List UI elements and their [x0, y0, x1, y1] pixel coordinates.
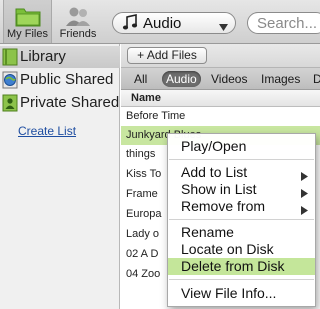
sidebar-item-label: Public Shared	[20, 71, 114, 88]
column-header-label: Name	[131, 92, 161, 104]
menu-item-remove-from[interactable]: Remove from	[168, 198, 315, 215]
menu-item-rename[interactable]: Rename	[168, 224, 315, 241]
context-menu: Play/Open Add to List Show in List Remov…	[167, 133, 316, 307]
menu-item-play-open[interactable]: Play/Open	[168, 138, 315, 155]
sidebar-item-public-shared[interactable]: Public Shared	[0, 69, 120, 91]
public-shared-icon	[2, 71, 18, 93]
filter-tabs: All Audio Videos Images D	[121, 68, 320, 90]
menu-divider	[169, 219, 314, 220]
submenu-arrow-icon	[301, 202, 308, 219]
menu-item-label: Play/Open	[181, 138, 247, 154]
friends-button[interactable]: Friends	[54, 0, 102, 43]
tab-audio[interactable]: Audio	[162, 71, 201, 87]
friends-label: Friends	[59, 28, 97, 40]
menu-item-delete-from-disk[interactable]: Delete from Disk	[168, 258, 315, 275]
menu-divider	[169, 279, 314, 280]
chevron-down-icon	[219, 19, 228, 37]
sidebar-item-label: Library	[20, 48, 66, 65]
tab-images[interactable]: Images	[257, 71, 304, 87]
sidebar-item-label: Private Shared	[20, 94, 120, 111]
toolbar: My Files Friends Audio	[0, 0, 320, 44]
library-icon	[2, 48, 18, 70]
add-files-bar: + Add Files	[121, 44, 320, 68]
media-type-dropdown[interactable]: Audio	[112, 12, 236, 34]
menu-item-locate-on-disk[interactable]: Locate on Disk	[168, 241, 315, 258]
sidebar-item-private-shared[interactable]: Private Shared	[0, 92, 120, 114]
menu-item-label: Rename	[181, 224, 234, 240]
menu-item-show-in-list[interactable]: Show in List	[168, 181, 315, 198]
music-note-icon	[121, 14, 139, 37]
table-row[interactable]: Before Time	[121, 107, 320, 126]
menu-item-label: Delete from Disk	[181, 258, 285, 274]
private-shared-icon	[2, 94, 18, 116]
menu-item-view-file-info[interactable]: View File Info...	[168, 285, 315, 302]
create-list-link[interactable]: Create List	[18, 124, 76, 138]
folder-icon	[14, 4, 42, 31]
add-files-button[interactable]: + Add Files	[127, 47, 207, 64]
menu-divider	[169, 159, 314, 160]
sidebar-item-library[interactable]: Library	[0, 46, 120, 68]
tab-documents[interactable]: D	[309, 71, 320, 87]
menu-item-label: Show in List	[181, 181, 257, 197]
my-files-label: My Files	[7, 28, 48, 40]
menu-item-label: Locate on Disk	[181, 241, 274, 257]
tab-all[interactable]: All	[130, 71, 151, 87]
menu-item-add-to-list[interactable]: Add to List	[168, 164, 315, 181]
menu-item-label: Remove from	[181, 198, 266, 214]
menu-item-label: Add to List	[181, 164, 248, 180]
column-header-name[interactable]: Name	[121, 90, 320, 107]
tab-videos[interactable]: Videos	[207, 71, 251, 87]
friends-icon	[64, 4, 92, 31]
search-input[interactable]	[247, 12, 320, 34]
sidebar: Library Public Shared Private Shared Cre…	[0, 44, 120, 309]
menu-item-label: View File Info...	[181, 285, 277, 301]
media-type-value: Audio	[143, 15, 182, 32]
my-files-button[interactable]: My Files	[3, 0, 52, 43]
